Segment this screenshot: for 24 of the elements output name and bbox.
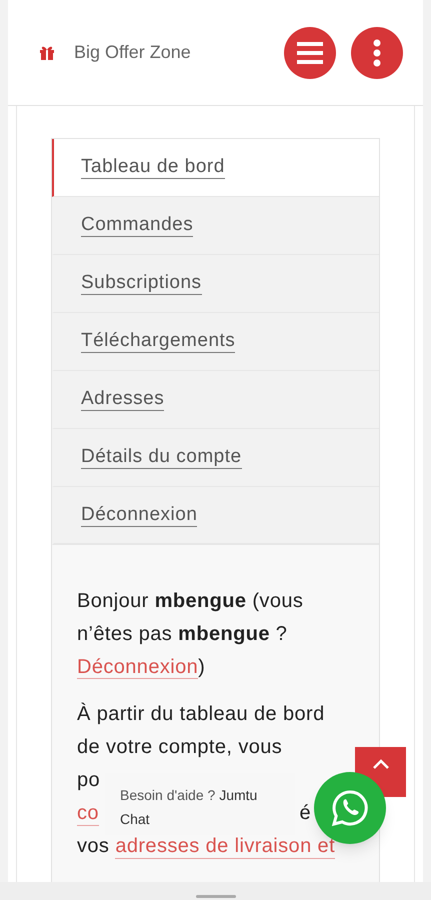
account-menu-item[interactable]: Commandes [52, 197, 379, 255]
paragraph-text: vos [77, 834, 110, 859]
account-menu-item[interactable]: Tableau de bord [52, 139, 379, 197]
menu-icon [297, 42, 323, 64]
home-handle[interactable] [196, 895, 236, 898]
chat-phone-icon [331, 789, 369, 827]
greeting-text: Bonjour mbengue (vous n’êtes pas mbengue ? Déconnexion) [77, 589, 304, 681]
more-options-button[interactable] [351, 26, 403, 78]
paragraph-text: de votre compte, vous [77, 735, 282, 760]
account-menu-item[interactable]: Subscriptions [52, 255, 379, 313]
menu-button[interactable] [284, 26, 336, 78]
account-menu-item[interactable]: Téléchargements [52, 313, 379, 371]
paragraph-text: À partir du tableau de bord [77, 702, 325, 727]
chevron-up-icon [372, 759, 388, 769]
text-link[interactable]: co [77, 801, 99, 826]
paragraph-text: é [299, 801, 311, 826]
gift-icon [38, 44, 56, 60]
account-menu-item[interactable]: Adresses [52, 371, 379, 429]
account-menu-item[interactable]: Détails du compte [52, 429, 379, 487]
more-icon [373, 38, 381, 66]
site-title[interactable]: Big Offer Zone [74, 39, 191, 66]
logout-link[interactable]: Déconnexion [77, 656, 198, 679]
account-menu-item[interactable]: Déconnexion [52, 487, 379, 545]
paragraph-text: po [77, 768, 100, 793]
